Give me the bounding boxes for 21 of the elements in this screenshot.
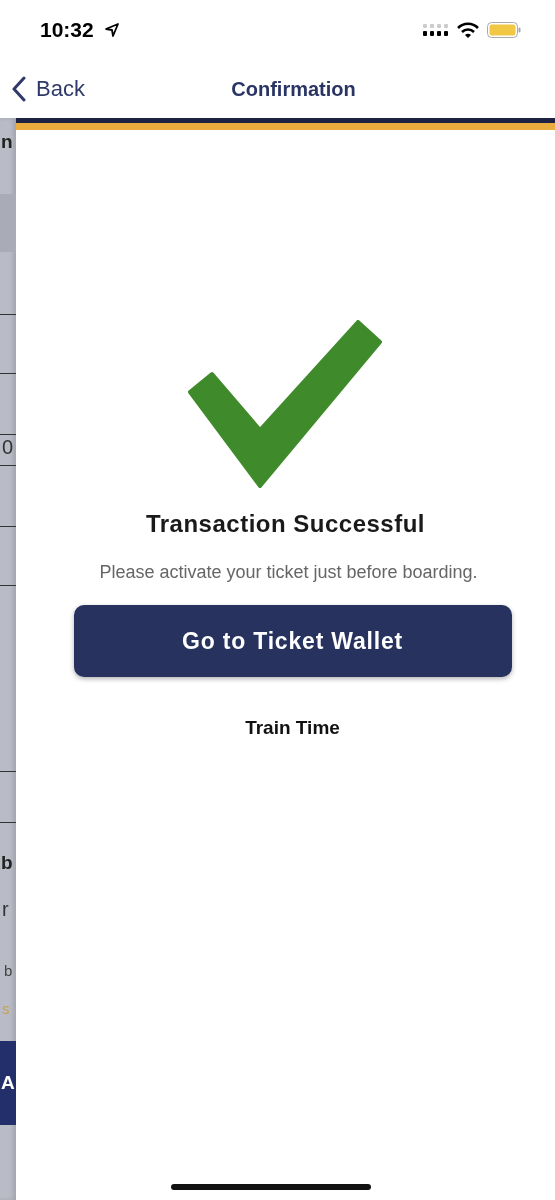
success-title: Transaction Successful xyxy=(145,510,426,538)
text-fragment: n xyxy=(1,130,14,154)
status-time: 10:32 xyxy=(40,18,94,42)
back-button[interactable]: Back xyxy=(0,76,85,102)
link-fragment: s xyxy=(2,999,11,1019)
location-arrow-icon xyxy=(103,22,120,38)
text-fragment: b xyxy=(4,961,14,981)
wifi-icon xyxy=(457,22,479,38)
screen-title: Confirmation xyxy=(230,77,356,101)
text-fragment: 0 xyxy=(2,435,15,459)
back-chevron-icon xyxy=(12,76,26,102)
button-fragment: A xyxy=(0,1041,16,1125)
train-time-link[interactable]: Train Time xyxy=(245,717,340,739)
instruction-text: Please activate your ticket just before boarding. xyxy=(99,562,478,583)
ticket-wallet-button[interactable]: Go to Ticket Wallet xyxy=(73,605,512,677)
checkmark-icon xyxy=(187,320,384,490)
text-fragment: r xyxy=(2,897,10,921)
signal-icon xyxy=(423,24,449,36)
row-highlight xyxy=(0,194,16,252)
battery-icon xyxy=(487,22,521,38)
text-fragment: b xyxy=(1,851,14,875)
